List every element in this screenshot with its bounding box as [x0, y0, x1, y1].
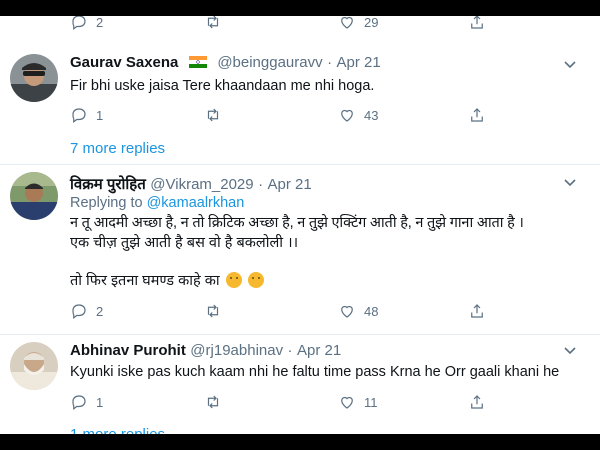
- heart-icon: [341, 109, 353, 122]
- retweet-icon: [207, 108, 219, 122]
- like-count: 43: [364, 107, 379, 123]
- tweet-text-line-with-emoji: तो फिर इतना घमण्ड काहे का: [70, 272, 264, 291]
- avatar-photo: [10, 54, 58, 102]
- retweet-icon: [207, 395, 219, 409]
- retweet-button[interactable]: [204, 392, 222, 412]
- india-flag-icon: [188, 56, 207, 68]
- retweet-button[interactable]: [204, 16, 222, 32]
- reply-button[interactable]: 1: [70, 392, 103, 412]
- more-options-button[interactable]: [562, 56, 578, 72]
- reply-count: 2: [96, 16, 104, 30]
- separator: ·: [287, 342, 293, 359]
- display-name[interactable]: Gaurav Saxena: [70, 54, 178, 71]
- reply-icon: [72, 16, 86, 30]
- tweet-text-line: एक चीज़ तुझे आती है बस वो है बकलोली ।।: [70, 235, 299, 251]
- screenshot-frame: 2 29 Gaurav Saxena @beinggauravv · Apr 2…: [0, 0, 600, 450]
- avatar-photo: [10, 342, 58, 390]
- timestamp[interactable]: Apr 21: [337, 54, 381, 71]
- thinking-face-icon: [225, 272, 242, 288]
- reply-icon: [72, 304, 86, 319]
- chevron-down-icon: [564, 61, 576, 69]
- handle[interactable]: @beinggauravv: [217, 54, 322, 71]
- like-count: 48: [364, 303, 379, 319]
- like-button[interactable]: 29: [338, 16, 378, 32]
- like-count: 11: [364, 394, 378, 410]
- timestamp[interactable]: Apr 21: [268, 176, 312, 193]
- chevron-down-icon: [564, 347, 576, 355]
- separator: ·: [327, 54, 333, 71]
- handle[interactable]: @rj19abhinav: [190, 342, 283, 359]
- like-button[interactable]: 48: [338, 301, 378, 321]
- top-tweet-actions: 2 29: [70, 16, 490, 32]
- like-button[interactable]: 43: [338, 105, 378, 125]
- display-name[interactable]: विक्रम पुरोहित: [70, 176, 146, 193]
- heart-icon: [341, 16, 353, 29]
- reply-icon: [72, 395, 86, 410]
- more-options-button[interactable]: [562, 342, 578, 358]
- reply-button[interactable]: 1: [70, 105, 103, 125]
- reply-count: 1: [96, 394, 104, 410]
- display-name[interactable]: Abhinav Purohit: [70, 342, 186, 359]
- retweet-icon: [207, 16, 219, 29]
- tweet-thread: 2 29 Gaurav Saxena @beinggauravv · Apr 2…: [0, 16, 600, 434]
- share-button[interactable]: [468, 392, 486, 412]
- share-button[interactable]: [468, 301, 486, 321]
- replying-to: Replying to @kamaalrkhan: [70, 194, 244, 213]
- tweet-actions: 1 43: [70, 105, 490, 125]
- more-options-button[interactable]: [562, 174, 578, 190]
- retweet-button[interactable]: [204, 301, 222, 321]
- replying-to-label: Replying to: [70, 195, 143, 211]
- tweet-header: Abhinav Purohit @rj19abhinav · Apr 21: [70, 342, 341, 360]
- like-count: 29: [364, 16, 379, 30]
- share-icon: [471, 108, 483, 122]
- tweet-text: Kyunki iske pas kuch kaam nhi he faltu t…: [70, 364, 560, 380]
- thinking-face-icon: [247, 272, 264, 288]
- share-button[interactable]: [468, 105, 486, 125]
- retweet-button[interactable]: [204, 105, 222, 125]
- separator: ·: [258, 176, 264, 193]
- avatar-photo: [10, 172, 58, 220]
- more-replies-link[interactable]: 7 more replies: [70, 140, 165, 157]
- more-replies-link[interactable]: 1 more replies: [70, 426, 165, 434]
- chevron-down-icon: [564, 179, 576, 187]
- heart-icon: [341, 396, 353, 409]
- replying-to-handle[interactable]: @kamaalrkhan: [147, 195, 245, 211]
- reply-icon: [72, 108, 86, 123]
- tweet-actions: 2 48: [70, 301, 490, 321]
- avatar[interactable]: [10, 172, 58, 220]
- avatar[interactable]: [10, 342, 58, 390]
- heart-icon: [341, 305, 353, 318]
- divider: [0, 164, 600, 165]
- retweet-icon: [207, 304, 219, 318]
- avatar[interactable]: [10, 54, 58, 102]
- reply-count: 2: [96, 303, 104, 319]
- share-icon: [471, 304, 483, 318]
- share-button[interactable]: [468, 16, 486, 32]
- tweet-header: विक्रम पुरोहित @Vikram_2029 · Apr 21: [70, 174, 312, 194]
- divider: [0, 334, 600, 335]
- tweet-text-line: न तू आदमी अच्छा है, न तो क्रिटिक अच्छा ह…: [70, 215, 524, 231]
- share-icon: [471, 395, 483, 409]
- tweet-actions: 1 11: [70, 392, 490, 412]
- tweet-header: Gaurav Saxena @beinggauravv · Apr 21: [70, 54, 381, 72]
- reply-button[interactable]: 2: [70, 301, 103, 321]
- timestamp[interactable]: Apr 21: [297, 342, 341, 359]
- share-icon: [471, 16, 483, 29]
- handle[interactable]: @Vikram_2029: [150, 176, 253, 193]
- reply-button[interactable]: 2: [70, 16, 103, 32]
- reply-count: 1: [96, 107, 104, 123]
- tweet-text-line: तो फिर इतना घमण्ड काहे का: [70, 273, 220, 289]
- like-button[interactable]: 11: [338, 392, 378, 412]
- tweet-text: Fir bhi uske jaisa Tere khaandaan me nhi…: [70, 78, 375, 94]
